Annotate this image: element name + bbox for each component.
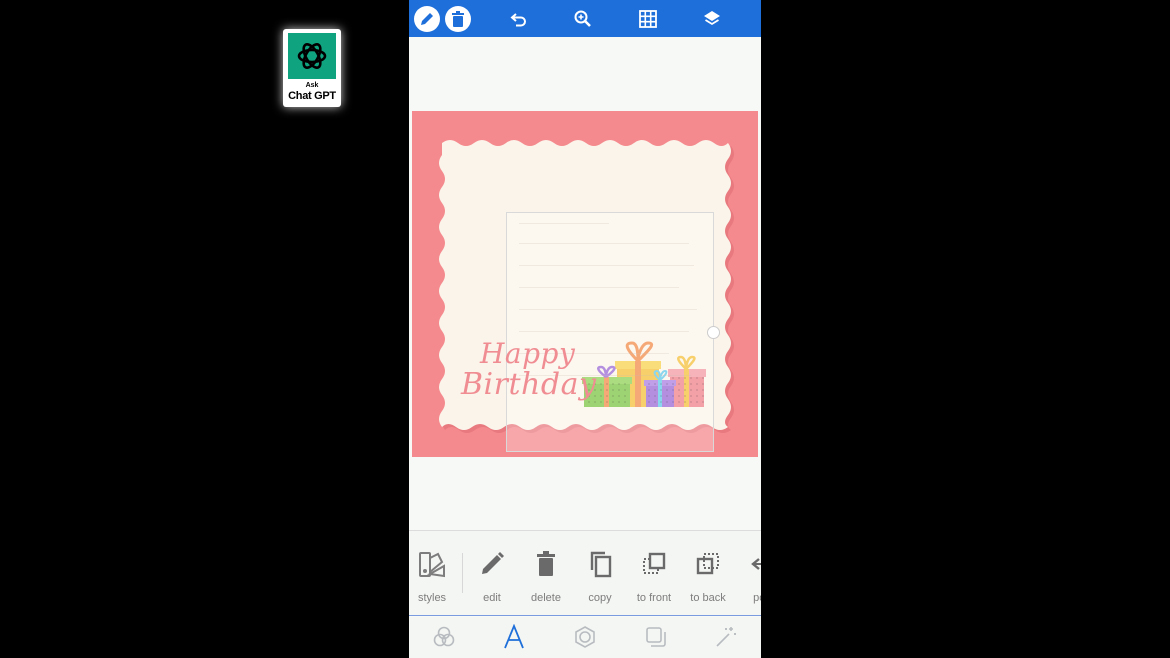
to-back-button[interactable]: to back xyxy=(682,547,734,604)
undo-icon[interactable] xyxy=(506,6,532,32)
pencil-icon[interactable] xyxy=(414,6,440,32)
text-icon[interactable] xyxy=(499,622,529,652)
position-icon xyxy=(747,547,761,581)
placeholder-line xyxy=(519,243,689,244)
to-back-label: to back xyxy=(690,592,726,604)
color-circles-icon[interactable] xyxy=(429,622,459,652)
to-front-label: to front xyxy=(636,592,672,604)
styles-icon xyxy=(417,547,447,581)
toolbar-divider xyxy=(462,553,463,593)
openai-logo-icon xyxy=(288,33,336,79)
copy-label: copy xyxy=(588,592,612,604)
layers-icon[interactable] xyxy=(699,6,725,32)
card-text-birthday[interactable]: Birthday xyxy=(461,367,596,402)
badge-title: Chat GPT xyxy=(288,90,336,102)
object-toolbar: styles edit delete copy to front to back… xyxy=(409,530,761,616)
delete-label: delete xyxy=(531,592,561,604)
grid-icon[interactable] xyxy=(635,6,661,32)
selected-text-box[interactable] xyxy=(506,212,720,452)
delete-button[interactable]: delete xyxy=(520,547,572,604)
trash-icon[interactable] xyxy=(445,6,471,32)
edit-label: edit xyxy=(483,592,501,604)
position-label: pos xyxy=(753,592,761,604)
placeholder-line xyxy=(519,331,689,332)
badge-ask-text: Ask xyxy=(305,82,319,89)
edit-button[interactable]: edit xyxy=(466,547,518,604)
zoom-in-icon[interactable] xyxy=(570,6,596,32)
to-front-button[interactable]: to front xyxy=(628,547,680,604)
position-button[interactable]: pos xyxy=(736,547,761,604)
phone-screen: Happy Birthday styles edit delete copy t… xyxy=(409,0,761,658)
shadow-icon[interactable] xyxy=(641,622,671,652)
design-canvas[interactable]: Happy Birthday xyxy=(409,37,761,530)
magic-wand-icon[interactable] xyxy=(711,622,741,652)
resize-handle[interactable] xyxy=(707,326,720,339)
placeholder-line xyxy=(519,265,694,266)
styles-label: styles xyxy=(417,592,447,604)
placeholder-line xyxy=(519,287,679,288)
placeholder-line xyxy=(519,223,609,224)
copy-icon xyxy=(585,547,615,581)
shape-icon[interactable] xyxy=(570,622,600,652)
card-text-happy[interactable]: Happy xyxy=(480,337,575,370)
bring-to-front-icon xyxy=(639,547,669,581)
chatgpt-badge: Ask Chat GPT xyxy=(283,29,341,107)
placeholder-line xyxy=(519,309,697,310)
trash-icon xyxy=(531,547,561,581)
copy-button[interactable]: copy xyxy=(574,547,626,604)
send-to-back-icon xyxy=(693,547,723,581)
screen: Ask Chat GPT Happy Birthday styles edit … xyxy=(0,0,1170,658)
bottom-tabs xyxy=(409,617,761,658)
birthday-card[interactable]: Happy Birthday xyxy=(412,111,758,457)
styles-button[interactable]: styles xyxy=(409,547,458,604)
top-toolbar xyxy=(409,0,761,37)
pencil-icon xyxy=(477,547,507,581)
